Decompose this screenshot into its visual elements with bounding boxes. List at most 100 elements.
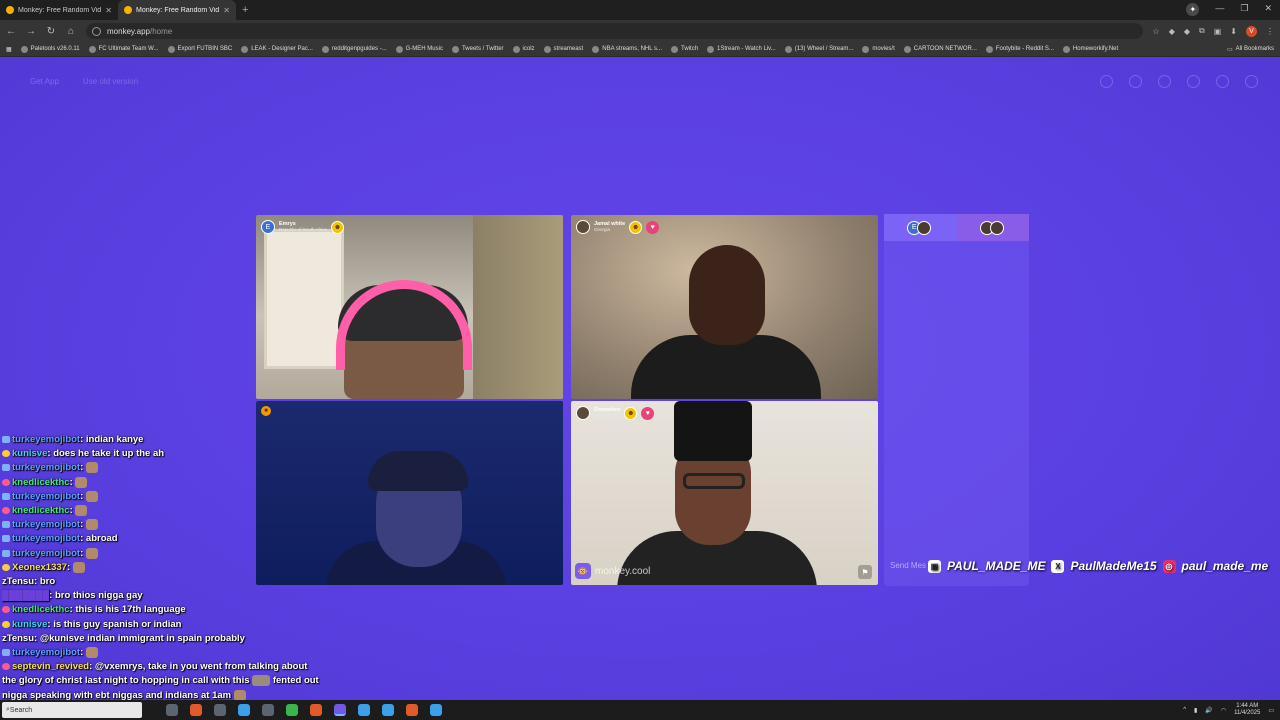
- chat-username[interactable]: zTensu: [2, 576, 34, 587]
- forward-icon[interactable]: →: [26, 26, 36, 37]
- chat-username[interactable]: zTensu: [2, 633, 34, 644]
- user-chip[interactable]: Jamal white Georgia ☻ ♥: [576, 220, 660, 234]
- bookmark-favicon-icon: [451, 45, 459, 53]
- bookmark-item[interactable]: (13) Wheel / Stream...: [784, 45, 853, 53]
- bookmark-favicon-icon: [167, 45, 175, 53]
- home-icon[interactable]: ⌂: [66, 26, 76, 37]
- bookmark-item[interactable]: NBA streams, NHL s...: [592, 45, 662, 53]
- restore-icon[interactable]: ❐: [1240, 3, 1248, 16]
- chat-username[interactable]: turkeyemojibot: [12, 533, 80, 544]
- task-view-icon[interactable]: [166, 704, 178, 716]
- close-tab-icon[interactable]: ✕: [105, 6, 112, 15]
- user-chip[interactable]: E Emrys Republic of South Africa ☻: [261, 220, 345, 234]
- coin-icon[interactable]: [1158, 75, 1171, 88]
- bookmark-item[interactable]: Homeworkify.Net: [1062, 45, 1118, 53]
- bookmark-item[interactable]: movies/t: [862, 45, 895, 53]
- bookmark-item[interactable]: icolz: [512, 45, 535, 53]
- bookmark-item[interactable]: 1Stream - Watch Liv...: [707, 45, 776, 53]
- bookmark-star-icon[interactable]: ☆: [1153, 27, 1160, 36]
- file-explorer-icon[interactable]: [262, 704, 274, 716]
- chat-username[interactable]: septevin_revived: [12, 661, 89, 672]
- side-tab-b[interactable]: [956, 214, 1029, 241]
- bookmark-item[interactable]: streameast: [543, 45, 583, 53]
- puzzle-extensions-icon[interactable]: ⧉: [1199, 26, 1205, 36]
- minimize-icon[interactable]: —: [1215, 3, 1224, 16]
- chat-username[interactable]: turkeyemojibot: [12, 647, 80, 658]
- monkey-app-icon[interactable]: [334, 704, 346, 716]
- get-app-link[interactable]: Get App: [30, 77, 59, 86]
- bookmark-item[interactable]: CARTOON NETWOR...: [903, 45, 977, 53]
- wifi-icon[interactable]: ◠: [1221, 707, 1226, 714]
- bookmark-item[interactable]: Tweets / Twitter: [451, 45, 504, 53]
- profile-avatar[interactable]: V: [1246, 25, 1257, 37]
- bookmark-item[interactable]: Footybite - Reddit S...: [985, 45, 1054, 53]
- app-icon[interactable]: [358, 704, 370, 716]
- sidebar-icon[interactable]: ▣: [1214, 27, 1222, 36]
- close-tab-icon[interactable]: ✕: [223, 6, 230, 15]
- chat-line: kunisve: does he take it up the ah: [2, 447, 382, 461]
- extension-icon[interactable]: ◆: [1169, 27, 1175, 36]
- obs-icon[interactable]: [214, 704, 226, 716]
- bookmark-item[interactable]: FC Ultimate Team W...: [88, 45, 159, 53]
- gemini-sparkle-icon[interactable]: ✦: [1186, 3, 1200, 16]
- user-chip[interactable]: Demarkes Georgia ☻ ♥: [576, 406, 655, 420]
- chat-emote-icon: [233, 689, 246, 701]
- notifications-icon[interactable]: ▭: [1268, 707, 1274, 714]
- bookmark-item[interactable]: Paletools v26.0.11: [20, 45, 80, 53]
- downloads-icon[interactable]: ⬇: [1230, 27, 1237, 36]
- video-tile-emrys[interactable]: E Emrys Republic of South Africa ☻: [256, 215, 563, 399]
- chat-username[interactable]: kunisve: [12, 619, 47, 630]
- shop-icon[interactable]: [1100, 75, 1113, 88]
- chat-username[interactable]: Xeonex1337: [12, 562, 67, 573]
- volume-icon[interactable]: 🔊: [1205, 707, 1212, 714]
- extension-icon[interactable]: ◆: [1184, 27, 1190, 36]
- firefox-icon[interactable]: [190, 704, 202, 716]
- taskbar-search[interactable]: ⌕ Search: [2, 702, 142, 718]
- back-icon[interactable]: ←: [6, 26, 16, 37]
- chat-username[interactable]: kunisve: [12, 448, 47, 459]
- browser-tab-2[interactable]: Monkey: Free Random Vid ✕: [118, 0, 236, 20]
- chat-username[interactable]: turkeyemojibot: [12, 519, 80, 530]
- chat-username[interactable]: knedlicekthc: [12, 477, 70, 488]
- video-tile-jamal[interactable]: Jamal white Georgia ☻ ♥: [571, 215, 878, 399]
- send-message-input[interactable]: Send Mes: [890, 561, 926, 570]
- history-icon[interactable]: [1187, 75, 1200, 88]
- bookmark-item[interactable]: Export FUTBIN SBC: [167, 45, 232, 53]
- bookmark-item[interactable]: redditgenpguides -...: [321, 45, 387, 53]
- bookmark-item[interactable]: Twitch: [671, 45, 698, 53]
- use-old-version-link[interactable]: Use old version: [83, 77, 138, 86]
- side-tab-a[interactable]: E: [884, 214, 957, 241]
- search-icon[interactable]: [1129, 75, 1142, 88]
- chat-username[interactable]: knedlicekthc: [12, 505, 70, 516]
- address-bar[interactable]: monkey.app/home: [86, 23, 1143, 39]
- chevron-up-icon[interactable]: ^: [1183, 707, 1186, 713]
- app-icon[interactable]: [430, 704, 442, 716]
- all-bookmarks-button[interactable]: ▭ All Bookmarks: [1227, 46, 1274, 53]
- clock[interactable]: 1:44 AM 11/4/2025: [1234, 703, 1260, 717]
- bookmark-item[interactable]: G-MEH Music: [395, 45, 443, 53]
- site-info-icon[interactable]: [92, 26, 101, 36]
- menu-kebab-icon[interactable]: ⋮: [1266, 27, 1274, 36]
- video-tile-demarkes[interactable]: Demarkes Georgia ☻ ♥ 🐵 monkey.cool ⚑: [571, 401, 878, 585]
- new-tab-button[interactable]: +: [236, 4, 254, 16]
- browser-tab-1[interactable]: Monkey: Free Random Video C ✕: [0, 0, 118, 20]
- app-icon[interactable]: [382, 704, 394, 716]
- chrome-icon[interactable]: [310, 704, 322, 716]
- chat-username[interactable]: turkeyemojibot: [12, 491, 80, 502]
- chat-username[interactable]: knedlicekthc: [12, 604, 70, 615]
- chat-icon[interactable]: [1216, 75, 1229, 88]
- battery-icon[interactable]: ▮: [1194, 707, 1197, 714]
- chat-username[interactable]: turkeyemojibot: [12, 434, 80, 445]
- user-location: Georgia: [594, 226, 611, 232]
- profile-icon[interactable]: [1245, 75, 1258, 88]
- xbox-icon[interactable]: [286, 704, 298, 716]
- app-icon[interactable]: [406, 704, 418, 716]
- chat-username[interactable]: turkeyemojibot: [12, 548, 80, 559]
- apps-grid-icon[interactable]: ▦: [6, 46, 12, 53]
- chat-username[interactable]: turkeyemojibot: [12, 462, 80, 473]
- reload-icon[interactable]: ↻: [46, 26, 56, 37]
- report-icon[interactable]: ⚑: [858, 565, 872, 579]
- bookmark-item[interactable]: LEAK - Designer Pac...: [241, 45, 313, 53]
- close-window-icon[interactable]: ✕: [1264, 3, 1272, 16]
- edge-icon[interactable]: [238, 704, 250, 716]
